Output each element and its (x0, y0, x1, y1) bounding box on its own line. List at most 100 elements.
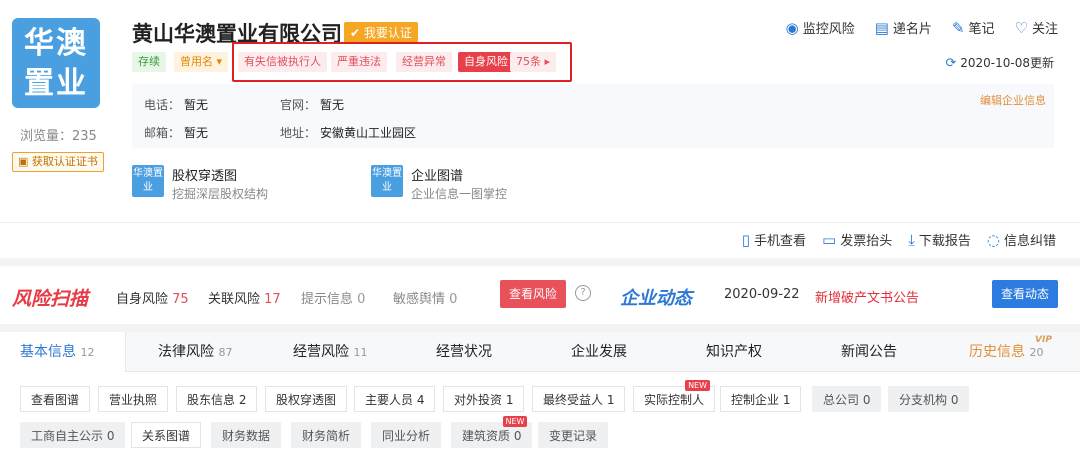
tab-count: 20 (1029, 346, 1044, 359)
tab-development[interactable]: 企业发展 (571, 332, 627, 372)
self-risk-label: 自身风险 (116, 292, 169, 307)
former-name-label: 曾用名 (180, 55, 213, 68)
hint-info-link[interactable]: 提示信息 0 (301, 288, 365, 307)
tab-label: 经营状况 (436, 344, 492, 360)
bookmark-icon: ▭ (822, 230, 837, 249)
address-label: 地址： (280, 126, 317, 140)
tab-business-risk[interactable]: 经营风险 11 (293, 332, 367, 372)
note-label: 笔记 (968, 22, 995, 37)
tab-label: 历史信息 (969, 344, 1025, 360)
company-logo-text: 华澳置业 (24, 26, 88, 101)
tab-label: 新闻公告 (841, 344, 897, 360)
chip-financial-brief[interactable]: 财务简析 (291, 422, 362, 448)
header-actions: ◉ 监控风险 ▤ 递名片 ✎ 笔记 ♡ 关注 (786, 18, 1058, 38)
monitor-label: 监控风险 (802, 22, 855, 37)
self-risk-link[interactable]: 自身风险 75 (116, 288, 189, 307)
chip-beneficiary[interactable]: 最终受益人 1 (532, 386, 626, 412)
chip-view-graph[interactable]: 查看图谱 (20, 386, 91, 412)
related-risk-count: 17 (264, 292, 281, 307)
website-label: 官网： (280, 98, 317, 112)
note-button[interactable]: ✎ 笔记 (952, 18, 995, 38)
chip-branches[interactable]: 分支机构 0 (888, 386, 970, 412)
card-icon: ▤ (874, 18, 889, 37)
status-badge: 存续 (132, 52, 166, 72)
tab-count: 12 (80, 346, 95, 359)
hint-count: 0 (357, 292, 366, 307)
chip-head-office[interactable]: 总公司 0 (812, 386, 882, 412)
report-label: 下载报告 (918, 234, 971, 249)
chip-license[interactable]: 营业执照 (98, 386, 169, 412)
phone-icon: ▯ (741, 230, 751, 249)
view-dynamics-button[interactable]: 查看动态 (992, 280, 1058, 308)
chip-construction-label: 建筑资质 0 (462, 429, 522, 443)
tab-ip[interactable]: 知识产权 (706, 332, 762, 372)
chat-icon: ◌ (986, 230, 1000, 249)
dynamics-text[interactable]: 新增破产文书公告 (815, 287, 919, 306)
chip-construction[interactable]: 建筑资质 0 NEW (451, 416, 533, 448)
card-button[interactable]: ▤ 递名片 (874, 18, 932, 38)
tab-news[interactable]: 新闻公告 (841, 332, 897, 372)
opinion-link[interactable]: 敏感舆情 0 (393, 288, 457, 307)
related-risk-link[interactable]: 关联风险 17 (208, 288, 281, 307)
chip-equity-graph[interactable]: 股权穿透图 (265, 386, 348, 412)
self-risk-count: 75 (172, 292, 189, 307)
heart-icon: ♡ (1014, 18, 1028, 37)
help-icon[interactable]: ? (575, 285, 591, 301)
follow-button[interactable]: ♡ 关注 (1014, 18, 1058, 38)
new-badge: NEW (502, 416, 528, 427)
former-name-dropdown[interactable]: 曾用名 ▾ (174, 52, 229, 72)
section-chips: 查看图谱 营业执照 股东信息 2 股权穿透图 主要人员 4 对外投资 1 最终受… (0, 372, 1080, 458)
chip-self-disclosure[interactable]: 工商自主公示 0 (20, 422, 126, 448)
new-badge: NEW (685, 380, 711, 391)
tab-basic-info[interactable]: 基本信息 12 (0, 332, 126, 372)
related-risk-label: 关联风险 (208, 292, 261, 307)
mobile-view-button[interactable]: ▯ 手机查看 (741, 230, 806, 250)
verify-label: 我要认证 (363, 26, 412, 40)
chip-controlled-companies[interactable]: 控制企业 1 (720, 386, 802, 412)
chip-shareholders[interactable]: 股东信息 2 (176, 386, 258, 412)
views-count: 浏览量：235 (20, 129, 97, 144)
chip-financials[interactable]: 财务数据 (211, 422, 282, 448)
chip-peer-analysis[interactable]: 同业分析 (371, 422, 442, 448)
email-value[interactable]: 暂无 (184, 124, 208, 141)
equity-subtitle: 挖掘深层股权结构 (172, 187, 269, 201)
opinion-count: 0 (449, 292, 458, 307)
download-report-button[interactable]: ⤓ 下载报告 (908, 230, 971, 250)
website-value[interactable]: 暂无 (320, 96, 344, 113)
tab-label: 经营风险 (293, 344, 349, 360)
verify-button[interactable]: ✔ 我要认证 (344, 22, 418, 44)
tab-label: 基本信息 (20, 344, 76, 360)
download-icon: ⤓ (908, 230, 915, 249)
edit-info-link[interactable]: 编辑企业信息 (980, 92, 1046, 108)
company-logo: 华澳置业 (12, 18, 100, 108)
risk-scan-logo: 风险扫描 (12, 288, 89, 310)
tab-business-status[interactable]: 经营状况 (436, 332, 492, 372)
equity-mini-logo: 华澳置业 (132, 165, 164, 197)
view-risk-button[interactable]: 查看风险 (500, 280, 566, 308)
chip-controller-label: 实际控制人 (644, 393, 705, 407)
chip-investments[interactable]: 对外投资 1 (443, 386, 525, 412)
company-header: 华澳置业 浏览量：235 ▣ 获取认证证书 黄山华澳置业有限公司 ✔ 我要认证 … (0, 0, 1080, 222)
refresh-icon: ⟳ (945, 56, 957, 71)
graph-mini-logo: 华澳置业 (371, 165, 403, 197)
graph-subtitle: 企业信息一图掌控 (411, 187, 508, 201)
hint-label: 提示信息 (301, 292, 354, 307)
dynamics-date: 2020-09-22 (724, 287, 800, 302)
get-cert-button[interactable]: ▣ 获取认证证书 (12, 152, 104, 172)
tab-history[interactable]: 历史信息 20 (969, 332, 1043, 372)
email-label: 邮箱： (144, 126, 181, 140)
updated-label: 2020-10-08更新 (960, 56, 1054, 70)
chip-controller[interactable]: 实际控制人 NEW (633, 380, 716, 412)
equity-title: 股权穿透图 (172, 169, 238, 184)
chip-key-personnel[interactable]: 主要人员 4 (354, 386, 436, 412)
monitor-risk-button[interactable]: ◉ 监控风险 (786, 18, 855, 38)
invoice-button[interactable]: ▭ 发票抬头 (822, 230, 892, 250)
main-tabs: 基本信息 12 法律风险 87 经营风险 11 经营状况 企业发展 知识产权 新… (0, 332, 1080, 372)
chip-change-log[interactable]: 变更记录 (538, 422, 609, 448)
chip-relation-graph[interactable]: 关系图谱 (131, 422, 202, 448)
correct-info-button[interactable]: ◌ 信息纠错 (986, 230, 1056, 250)
graph-title: 企业图谱 (411, 169, 464, 184)
risk-scan-bar: 风险扫描 自身风险 75 关联风险 17 提示信息 0 敏感舆情 0 查看风险 … (0, 266, 1080, 324)
address-value[interactable]: 安徽黄山工业园区 (320, 124, 416, 141)
tab-legal-risk[interactable]: 法律风险 87 (158, 332, 232, 372)
